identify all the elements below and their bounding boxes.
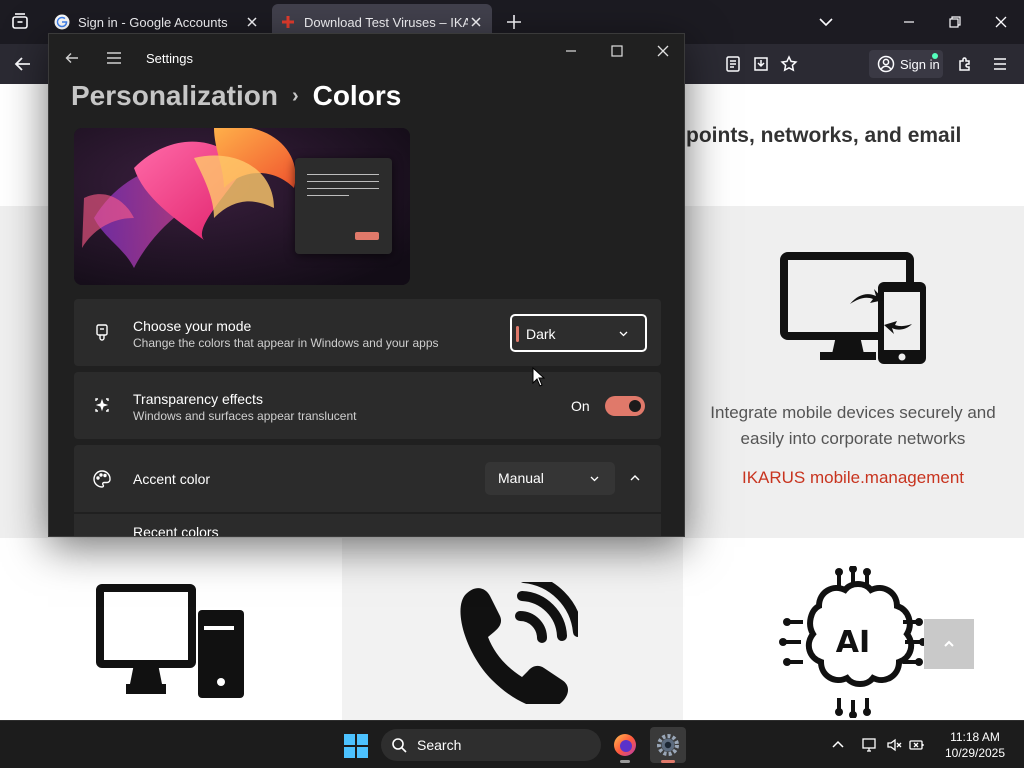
- taskbar-search[interactable]: Search: [381, 729, 601, 761]
- svg-text:AI: AI: [836, 625, 870, 660]
- close-tab-icon[interactable]: [468, 14, 484, 30]
- paint-brush-icon: [96, 324, 108, 341]
- account-sign-in-button[interactable]: Sign in: [869, 50, 943, 78]
- chevron-down-icon: [590, 476, 599, 482]
- firefox-icon: [614, 734, 636, 756]
- theme-preview: [74, 128, 410, 285]
- taskbar-settings[interactable]: [650, 727, 686, 763]
- choose-mode-label: Choose your mode: [133, 318, 252, 334]
- mode-dropdown[interactable]: Dark: [510, 314, 647, 352]
- accent-color-dropdown[interactable]: Manual: [485, 462, 615, 495]
- close-window-icon[interactable]: [655, 43, 671, 59]
- maximize-icon[interactable]: [609, 43, 625, 59]
- devices-sync-icon: [780, 252, 926, 364]
- settings-window: Settings Personalization › Colors Choose…: [48, 33, 685, 537]
- recent-colors-section: Recent colors: [74, 514, 661, 537]
- volume-muted-icon[interactable]: [886, 737, 902, 753]
- accent-color-setting[interactable]: Accent color Manual: [74, 445, 661, 512]
- chevron-up-icon[interactable]: [830, 737, 846, 753]
- accent-dropdown-value: Manual: [498, 470, 544, 486]
- choose-mode-setting: Choose your mode Change the colors that …: [74, 299, 661, 366]
- navigation-menu-icon[interactable]: [105, 50, 123, 66]
- preview-app-window: [295, 158, 392, 254]
- minimize-icon[interactable]: [901, 14, 917, 30]
- page-title: Colors: [312, 80, 402, 111]
- taskbar: Search 11:18 AM 10/29/2025: [0, 720, 1024, 768]
- breadcrumb-separator: ›: [291, 85, 299, 107]
- ai-brain-icon: AI: [779, 566, 927, 718]
- transparency-toggle[interactable]: [605, 396, 645, 416]
- chevron-up-icon[interactable]: [629, 472, 641, 484]
- accent-color-label: Accent color: [133, 471, 211, 487]
- toggle-state-label: On: [571, 398, 590, 414]
- breadcrumb-personalization[interactable]: Personalization: [71, 80, 278, 111]
- ikarus-icon: [282, 16, 294, 28]
- close-tab-icon[interactable]: [244, 14, 260, 30]
- search-placeholder: Search: [417, 737, 462, 753]
- settings-title-bar: Settings: [49, 34, 684, 82]
- clock-date: 10/29/2025: [944, 746, 1006, 760]
- restore-icon[interactable]: [947, 14, 963, 30]
- desktop-computer-icon: [96, 584, 244, 698]
- recent-colors-label: Recent colors: [133, 524, 219, 537]
- chevron-up-icon: [944, 640, 954, 647]
- mode-dropdown-value: Dark: [526, 326, 556, 342]
- active-indicator: [661, 760, 675, 763]
- tab-title: Sign in - Google Accounts: [78, 14, 228, 30]
- transparency-description: Windows and surfaces appear translucent: [133, 409, 357, 423]
- tab-title: Download Test Viruses – IKARUS: [304, 14, 468, 30]
- minimize-icon[interactable]: [563, 43, 579, 59]
- clock-time: 11:18 AM: [950, 730, 1000, 744]
- toggle-knob: [629, 400, 641, 412]
- settings-window-title: Settings: [146, 51, 193, 66]
- back-arrow-icon[interactable]: [64, 50, 80, 66]
- settings-gear-icon: [657, 734, 679, 756]
- bookmark-star-icon[interactable]: [780, 55, 798, 73]
- account-icon: [877, 55, 895, 73]
- tab-list-icon[interactable]: [10, 12, 30, 32]
- extensions-icon[interactable]: [956, 55, 974, 73]
- running-indicator: [620, 760, 630, 763]
- transparency-sparkle-icon: [95, 398, 109, 412]
- product-cell-desktop: [0, 538, 342, 720]
- preview-text-line: [307, 195, 349, 196]
- battery-icon[interactable]: [909, 737, 925, 753]
- preview-text-line: [307, 188, 379, 189]
- transparency-label: Transparency effects: [133, 391, 263, 407]
- search-icon: [392, 738, 407, 753]
- mouse-pointer-icon: [532, 367, 545, 387]
- close-window-icon[interactable]: [993, 14, 1009, 30]
- transparency-setting: Transparency effects Windows and surface…: [74, 372, 661, 439]
- phone-call-icon: [460, 582, 578, 704]
- taskbar-firefox[interactable]: [607, 727, 643, 763]
- preview-text-line: [307, 181, 379, 182]
- back-arrow-icon[interactable]: [13, 54, 33, 74]
- ikarus-mobile-management-link[interactable]: IKARUS mobile.management: [700, 468, 1006, 488]
- list-all-tabs-icon[interactable]: [818, 14, 834, 30]
- system-clock[interactable]: 11:18 AM 10/29/2025: [930, 729, 1020, 761]
- save-to-pocket-icon[interactable]: [752, 55, 770, 73]
- network-icon[interactable]: [861, 737, 877, 753]
- section-heading: points, networks, and email: [686, 124, 962, 147]
- feature-description: Integrate mobile devices securely and ea…: [710, 403, 996, 448]
- windows-start-icon[interactable]: [343, 733, 369, 759]
- scroll-to-top-button[interactable]: [924, 619, 974, 669]
- preview-accent-button: [355, 232, 379, 240]
- palette-icon: [93, 470, 111, 488]
- product-cell-phone: [342, 538, 683, 720]
- reader-view-icon[interactable]: [724, 55, 742, 73]
- google-icon: [54, 14, 70, 30]
- preview-text-line: [307, 174, 379, 175]
- focus-indicator: [516, 326, 519, 342]
- hamburger-menu-icon[interactable]: [991, 55, 1009, 73]
- breadcrumb: Personalization › Colors: [71, 80, 401, 112]
- choose-mode-description: Change the colors that appear in Windows…: [133, 336, 439, 350]
- notification-dot: [932, 53, 938, 59]
- new-tab-icon[interactable]: [505, 13, 523, 31]
- chevron-down-icon: [619, 331, 628, 337]
